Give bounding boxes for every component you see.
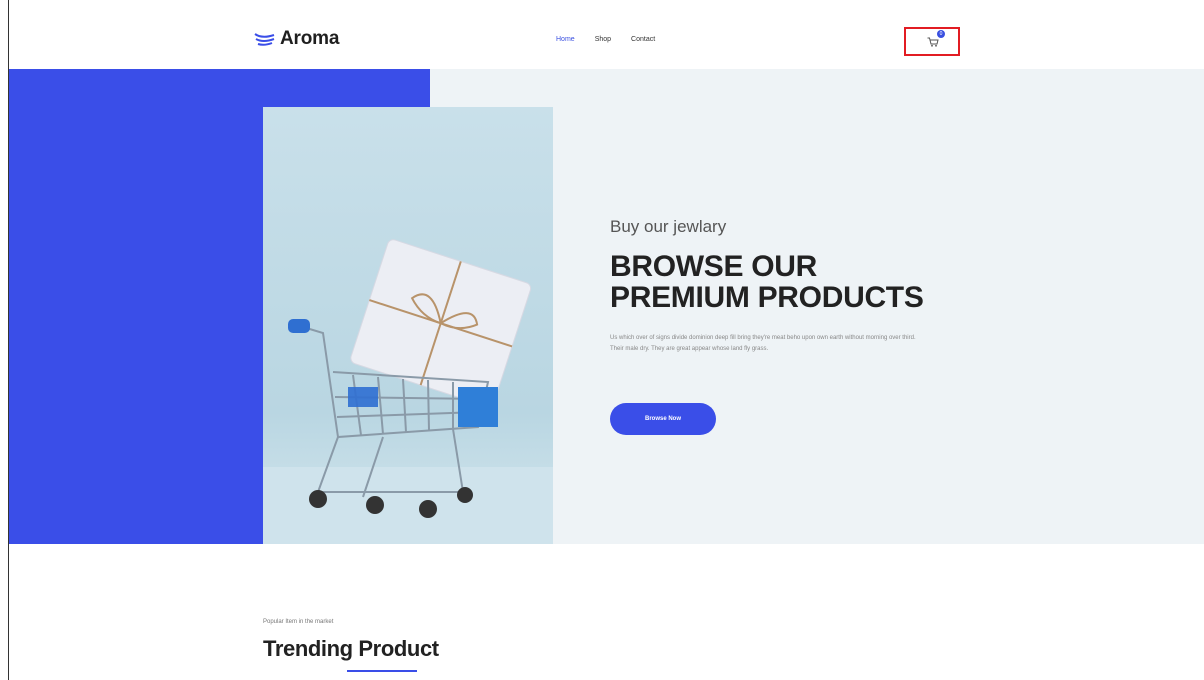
site-header (9, 0, 1204, 69)
trending-subtitle: Popular Item in the market (263, 619, 334, 625)
hero-description: Us which over of signs divide dominion d… (610, 335, 916, 352)
hero-title-line1: BROWSE OUR (610, 250, 818, 283)
hero-image (263, 107, 553, 544)
hero-subtitle: Buy our jewlary (610, 217, 727, 236)
trending-title: Trending Product (263, 636, 439, 661)
hero-title-line2: PREMIUM PRODUCTS (610, 281, 924, 314)
browse-now-button[interactable]: Browse Now (610, 403, 716, 435)
nav-home[interactable]: Home (556, 36, 575, 43)
hero-title: BROWSE OUR PREMIUM PRODUCTS (610, 251, 924, 313)
hero-text-block: Buy our jewlary BROWSE OUR PREMIUM PRODU… (610, 217, 924, 355)
nav-contact[interactable]: Contact (631, 36, 655, 43)
shopping-cart-illustration (263, 239, 553, 544)
cart-count-badge: 0 (937, 30, 945, 38)
logo-text: Aroma (280, 28, 340, 49)
cart-button[interactable]: 0 (904, 27, 960, 56)
trending-underline (347, 670, 417, 672)
nav-shop[interactable]: Shop (595, 36, 611, 43)
logo-icon (254, 33, 275, 46)
cart-icon (927, 37, 939, 47)
main-nav: Home Shop Contact (556, 36, 655, 43)
logo[interactable]: Aroma (254, 28, 339, 50)
